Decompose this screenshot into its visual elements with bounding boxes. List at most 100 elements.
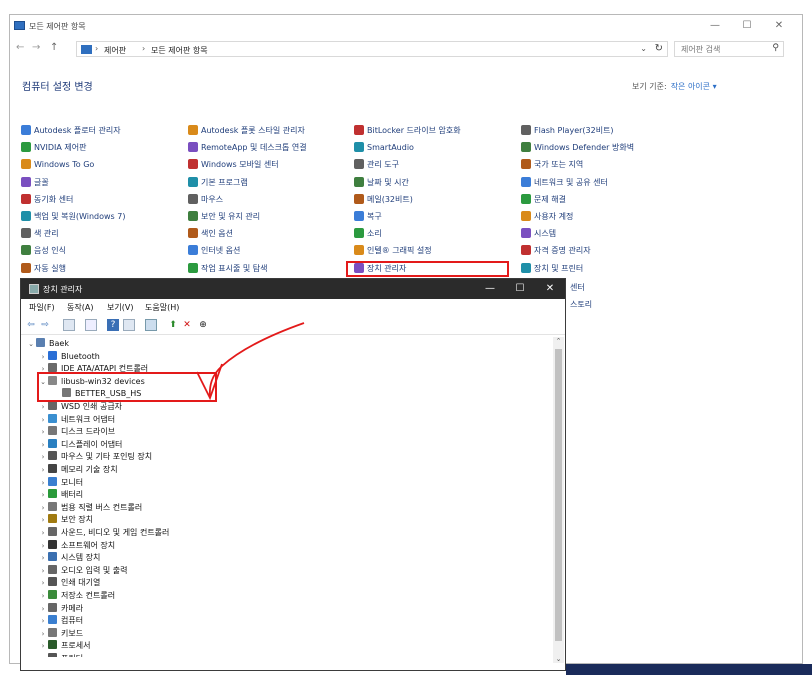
- chevron-down-icon[interactable]: ⌄: [26, 338, 36, 351]
- refresh-icon[interactable]: ↻: [655, 43, 663, 54]
- cp-item[interactable]: RemoteApp 및 데스크톱 연결: [188, 142, 307, 154]
- tree-node[interactable]: › 카메라: [38, 602, 83, 616]
- chevron-right-icon[interactable]: ›: [38, 590, 48, 603]
- tree-node[interactable]: › 네트워크 어댑터: [38, 413, 115, 427]
- cp-item[interactable]: 인터넷 옵션: [188, 245, 240, 257]
- tree-node[interactable]: › 인쇄 대기열: [38, 577, 100, 590]
- tree-node[interactable]: › WSD 인쇄 공급자: [38, 401, 122, 414]
- chevron-right-icon[interactable]: ›: [38, 527, 48, 540]
- breadcrumb-all-items[interactable]: 모든 제어판 항목: [151, 45, 208, 56]
- cp-item[interactable]: 보안 및 유지 관리: [188, 211, 260, 223]
- tree-node[interactable]: › 컴퓨터: [38, 615, 83, 628]
- cp-item[interactable]: 관리 도구: [354, 159, 399, 171]
- cp-item[interactable]: 인텔® 그래픽 설정: [354, 245, 432, 257]
- cp-item[interactable]: 백업 및 복원(Windows 7): [21, 211, 125, 223]
- cp-item[interactable]: 자격 증명 관리자: [521, 245, 591, 257]
- cp-item[interactable]: 자동 실행: [21, 262, 66, 275]
- cp-item[interactable]: SmartAudio: [354, 142, 414, 154]
- dm-maximize-button[interactable]: ☐: [505, 281, 535, 297]
- forward-arrow-icon[interactable]: →: [32, 42, 40, 53]
- cp-item-partial-2[interactable]: 스토리: [570, 299, 592, 311]
- cp-item-partial-1[interactable]: 센터: [570, 282, 585, 294]
- up-arrow-icon[interactable]: ↑: [50, 42, 58, 53]
- scroll-thumb[interactable]: [555, 349, 562, 641]
- cp-item[interactable]: 글꼴: [21, 176, 49, 189]
- tree-node[interactable]: › 오디오 입력 및 출력: [38, 564, 128, 578]
- tree-root[interactable]: ⌄ Baek: [26, 338, 69, 351]
- chevron-right-icon[interactable]: ›: [38, 414, 48, 427]
- search-box[interactable]: ⚲: [674, 41, 784, 57]
- forward-arrow-icon[interactable]: ⇨: [39, 319, 51, 331]
- tree-node[interactable]: › 키보드: [38, 627, 83, 641]
- back-arrow-icon[interactable]: ⇦: [25, 319, 37, 331]
- chevron-right-icon[interactable]: ›: [38, 640, 48, 653]
- cp-item[interactable]: 사용자 계정: [521, 211, 573, 223]
- scroll-down-icon[interactable]: ⌄: [553, 655, 564, 663]
- chevron-right-icon[interactable]: ›: [38, 439, 48, 452]
- tree-node[interactable]: › 보안 장치: [38, 514, 93, 527]
- menu-help[interactable]: 도움말(H): [145, 302, 179, 313]
- tree-node[interactable]: › 사운드, 비디오 및 게임 컨트롤러: [38, 527, 169, 540]
- menu-view[interactable]: 보기(V): [107, 302, 133, 313]
- tree-node[interactable]: › 마우스 및 기타 포인팅 장치: [38, 451, 152, 464]
- tree-node[interactable]: › 범용 직렬 버스 컨트롤러: [38, 501, 142, 515]
- close-button[interactable]: ✕: [764, 19, 794, 33]
- cp-item[interactable]: 소리: [354, 228, 382, 240]
- dm-minimize-button[interactable]: —: [475, 281, 505, 297]
- cp-item[interactable]: Flash Player(32비트): [521, 125, 614, 137]
- chevron-right-icon[interactable]: ›: [38, 577, 48, 590]
- cp-item[interactable]: NVIDIA 제어판: [21, 142, 86, 154]
- console-tree-icon[interactable]: [85, 319, 97, 331]
- chevron-right-icon[interactable]: ›: [38, 401, 48, 414]
- cp-item[interactable]: 기본 프로그램: [188, 176, 248, 189]
- cp-item[interactable]: 색인 옵션: [188, 228, 233, 240]
- tree-node[interactable]: › 모니터: [38, 476, 83, 490]
- cp-item[interactable]: 문제 해결: [521, 193, 566, 206]
- chevron-right-icon[interactable]: ›: [38, 628, 48, 641]
- tree-node[interactable]: › 소프트웨어 장치: [38, 539, 115, 553]
- chevron-right-icon[interactable]: ›: [38, 552, 48, 565]
- scroll-up-icon[interactable]: ⌃: [553, 337, 564, 345]
- cp-item[interactable]: 날짜 및 시간: [354, 176, 409, 189]
- cp-item[interactable]: Windows 모바일 센터: [188, 159, 279, 171]
- help-icon[interactable]: ?: [107, 319, 119, 331]
- chevron-right-icon[interactable]: ›: [38, 489, 48, 502]
- add-driver-icon[interactable]: ⬆: [167, 319, 179, 331]
- chevron-right-icon[interactable]: ›: [38, 426, 48, 439]
- tree-node[interactable]: › Bluetooth: [38, 350, 100, 364]
- cp-item[interactable]: 동기화 센터: [21, 193, 73, 206]
- minimize-button[interactable]: —: [700, 19, 730, 33]
- tree-node[interactable]: › 프로세서: [38, 640, 90, 653]
- cp-item[interactable]: Windows Defender 방화벽: [521, 142, 634, 154]
- back-arrow-icon[interactable]: ←: [16, 42, 24, 53]
- tree-node[interactable]: › 메모리 기술 장치: [38, 464, 118, 477]
- chevron-right-icon[interactable]: ›: [38, 351, 48, 364]
- download-icon[interactable]: ⊕: [197, 319, 209, 331]
- dm-scrollbar[interactable]: ⌃ ⌄: [553, 337, 564, 663]
- cp-item[interactable]: 음성 인식: [21, 245, 66, 257]
- cp-item[interactable]: Autodesk 플롯 스타일 관리자: [188, 125, 305, 137]
- menu-file[interactable]: 파일(F): [29, 302, 55, 313]
- cp-item[interactable]: 메일(32비트): [354, 193, 413, 206]
- view-by-dropdown[interactable]: 작은 아이콘 ▾: [671, 82, 717, 91]
- chevron-right-icon[interactable]: ›: [38, 615, 48, 628]
- chevron-down-icon[interactable]: ⌄: [640, 44, 647, 53]
- tree-node[interactable]: › 시스템 장치: [38, 552, 100, 565]
- chevron-right-icon[interactable]: ›: [38, 653, 48, 657]
- chevron-right-icon[interactable]: ›: [38, 502, 48, 515]
- cp-item[interactable]: 시스템: [521, 228, 556, 240]
- search-icon[interactable]: ⚲: [772, 43, 779, 53]
- update-driver-icon[interactable]: [123, 319, 135, 331]
- chevron-right-icon[interactable]: ›: [38, 565, 48, 578]
- tree-node[interactable]: › 디스플레이 어댑터: [38, 438, 122, 452]
- tree-node[interactable]: › 프린터: [38, 653, 83, 657]
- cp-item[interactable]: BitLocker 드라이브 암호화: [354, 125, 461, 137]
- cp-item[interactable]: 작업 표시줄 및 탐색: [188, 262, 268, 275]
- uninstall-icon[interactable]: ✕: [181, 319, 193, 331]
- cp-item[interactable]: 색 관리: [21, 228, 59, 240]
- dm-close-button[interactable]: ✕: [535, 281, 565, 297]
- tree-node[interactable]: › 배터리: [38, 489, 83, 502]
- tree-node[interactable]: › 디스크 드라이브: [38, 426, 115, 439]
- cp-item[interactable]: Autodesk 플로터 관리자: [21, 125, 121, 137]
- chevron-right-icon[interactable]: ›: [38, 540, 48, 553]
